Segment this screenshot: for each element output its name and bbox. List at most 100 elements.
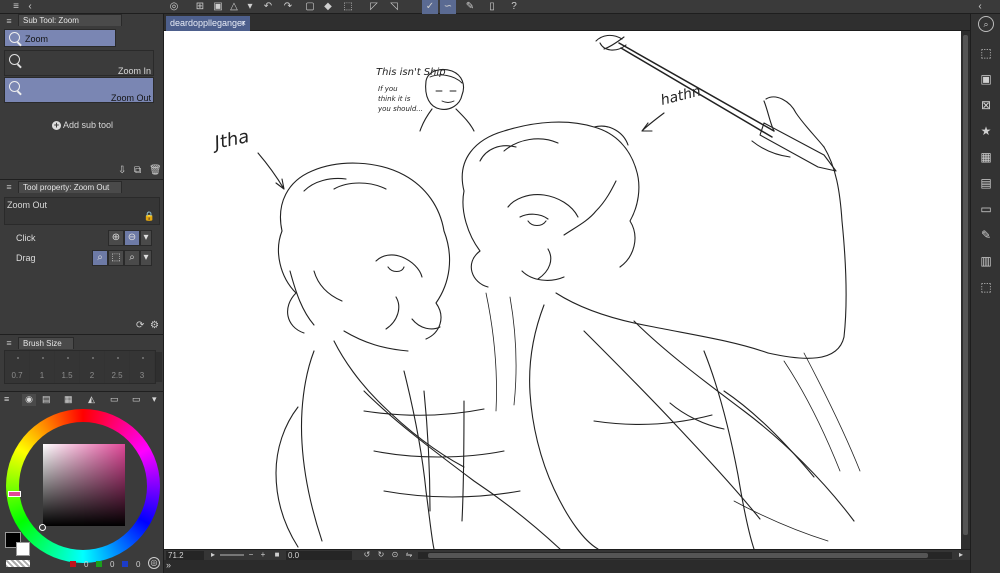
collapse-right-icon[interactable]: ‹	[972, 0, 988, 14]
select-all-icon[interactable]: ⬚	[340, 0, 356, 14]
panel-grip-icon[interactable]: ≡	[4, 394, 9, 404]
divider	[0, 334, 164, 335]
device-icon[interactable]: ▯	[484, 0, 500, 14]
trash-icon[interactable]: 🗑	[149, 165, 162, 176]
zoom-slider[interactable]	[220, 554, 244, 556]
image-material-icon[interactable]: ▤	[975, 172, 997, 194]
drag-marquee-icon[interactable]: ⬚	[108, 250, 124, 266]
fit-icon[interactable]: ■	[272, 550, 282, 560]
close-layer-icon[interactable]: ⊠	[975, 94, 997, 116]
scrollbar-thumb[interactable]	[963, 35, 968, 535]
drag-zoom-icon[interactable]: ⌕	[92, 250, 108, 266]
lock-icon[interactable]: 🔒	[144, 211, 155, 222]
duplicate-icon[interactable]: ⧉	[134, 165, 141, 176]
zoom-slider-icon[interactable]: ▸	[208, 550, 218, 560]
ruler-icon[interactable]: ◸	[366, 0, 382, 14]
brush-size-option[interactable]: 1	[30, 351, 55, 383]
brush-size-option[interactable]: 1.5	[55, 351, 80, 383]
zoom-level-field[interactable]: 71.2	[166, 551, 204, 560]
snap-icon[interactable]: ◹	[386, 0, 402, 14]
brush-size-option[interactable]: 0.7	[5, 351, 30, 383]
chevron-down-icon[interactable]: ▾	[242, 0, 258, 14]
chevron-down-icon[interactable]: ▾	[140, 230, 152, 246]
drag-off-icon[interactable]: ⌕	[124, 250, 140, 266]
flip-icon[interactable]: ⇋	[404, 550, 414, 560]
import-icon[interactable]: ⇩	[118, 165, 126, 176]
plus-circle-icon: +	[52, 120, 61, 130]
chevron-down-icon[interactable]: ▾	[152, 394, 157, 405]
settings-wrench-icon[interactable]: ⚙	[150, 320, 159, 331]
help-icon[interactable]: ?	[506, 0, 522, 14]
zoom-in-button-icon[interactable]: +	[258, 550, 268, 560]
edit-icon[interactable]: ✎	[462, 0, 478, 14]
navigator-icon[interactable]: ⌕	[978, 16, 994, 32]
edit-note-icon[interactable]: ✎	[975, 224, 997, 246]
collapse-left-icon[interactable]: ‹	[22, 0, 38, 14]
brush-size-option[interactable]: 2	[80, 351, 105, 383]
drawing-canvas[interactable]: Jtha hathn This isn't Ship If you think …	[164, 31, 961, 549]
fill-icon[interactable]: ◆	[320, 0, 336, 14]
sv-picker-knob[interactable]	[39, 524, 46, 531]
undo-icon[interactable]: ↶	[260, 0, 276, 14]
layer-property-icon[interactable]: ⬚	[975, 42, 997, 64]
close-icon[interactable]: ×	[241, 16, 246, 31]
sub-color-swatch[interactable]	[16, 542, 30, 556]
tab-sub-tool[interactable]: Sub Tool: Zoom	[18, 14, 122, 26]
panel-grip-icon[interactable]: ≡	[4, 338, 14, 348]
animation-icon[interactable]: ⬚	[975, 276, 997, 298]
canvas-vertical-scrollbar[interactable]	[961, 31, 970, 549]
add-sub-tool-button[interactable]: + Add sub tool	[52, 120, 113, 130]
snap-special-ruler-icon[interactable]: ∽	[440, 0, 456, 14]
intermediate-color-tab-icon[interactable]: ◭	[88, 394, 95, 405]
panel-grip-icon[interactable]: ≡	[4, 16, 14, 26]
tab-document[interactable]: deardopplleganger ×	[166, 16, 250, 31]
brush-size-label: 1.5	[61, 371, 73, 380]
reset-icon[interactable]: ⟳	[136, 320, 144, 331]
approximate-color-tab-icon[interactable]: ▭	[110, 394, 119, 405]
panel-grip-icon[interactable]: ≡	[4, 182, 14, 192]
reset-rotation-icon[interactable]: ⊙	[390, 550, 400, 560]
chevron-down-icon[interactable]: ▾	[140, 250, 152, 266]
canvas-horizontal-scrollbar[interactable]	[418, 552, 952, 559]
layer-icon[interactable]: ▣	[975, 68, 997, 90]
zoom-minus-icon[interactable]: ⊖	[124, 230, 140, 246]
saturation-value-square[interactable]	[43, 444, 125, 526]
subtool-search-input[interactable]: Zoom	[4, 29, 116, 47]
eyedropper-icon[interactable]: ◎	[148, 557, 160, 569]
scrollbar-thumb[interactable]	[428, 553, 928, 558]
favorite-material-icon[interactable]: ★	[975, 120, 997, 142]
zoom-plus-icon[interactable]: ⊕	[108, 230, 124, 246]
brush-size-scrollbar[interactable]	[156, 352, 162, 382]
clear-icon[interactable]: ▢	[302, 0, 318, 14]
subtool-item-zoom-out[interactable]: Zoom Out	[4, 77, 154, 103]
color-wheel-tab-icon[interactable]: ◉	[22, 394, 36, 406]
spiral-icon[interactable]: ◎	[166, 0, 182, 14]
scroll-right-icon[interactable]: ▸	[956, 550, 966, 560]
rotate-left-icon[interactable]: ↺	[362, 550, 372, 560]
folder-icon[interactable]: ▭	[975, 198, 997, 220]
triangle-icon[interactable]: △	[226, 0, 242, 14]
redo-icon[interactable]: ↷	[280, 0, 296, 14]
sketch-label-right: hathn	[659, 84, 702, 109]
timeline-icon[interactable]: ▥	[975, 250, 997, 272]
sketch-note-line4: you should...	[377, 105, 423, 113]
brush-size-option[interactable]: 3	[130, 351, 155, 383]
snap-ruler-icon[interactable]: ✓	[422, 0, 438, 14]
hue-picker-knob[interactable]	[8, 491, 21, 497]
tab-brush-size[interactable]: Brush Size	[18, 337, 74, 349]
rotation-angle-field[interactable]: 0.0	[286, 551, 352, 560]
color-set-tab-icon[interactable]: ▦	[64, 394, 73, 405]
transparent-color-swatch[interactable]	[6, 560, 30, 567]
new-layer-icon[interactable]: ⊞	[192, 0, 208, 14]
tab-tool-property[interactable]: Tool property: Zoom Out	[18, 181, 122, 193]
zoom-out-button-icon[interactable]: −	[246, 550, 256, 560]
color-slider-tab-icon[interactable]: ▤	[42, 394, 51, 405]
color-history-tab-icon[interactable]: ▭	[132, 394, 141, 405]
brush-size-option[interactable]: 2.5	[105, 351, 130, 383]
material-icon[interactable]: ▦	[975, 146, 997, 168]
expand-icon[interactable]: »	[166, 560, 171, 570]
rotate-right-icon[interactable]: ↻	[376, 550, 386, 560]
subtool-item-zoom-in[interactable]: Zoom In	[4, 50, 154, 76]
color-wheel[interactable]	[6, 409, 160, 563]
new-folder-icon[interactable]: ▣	[210, 0, 226, 14]
